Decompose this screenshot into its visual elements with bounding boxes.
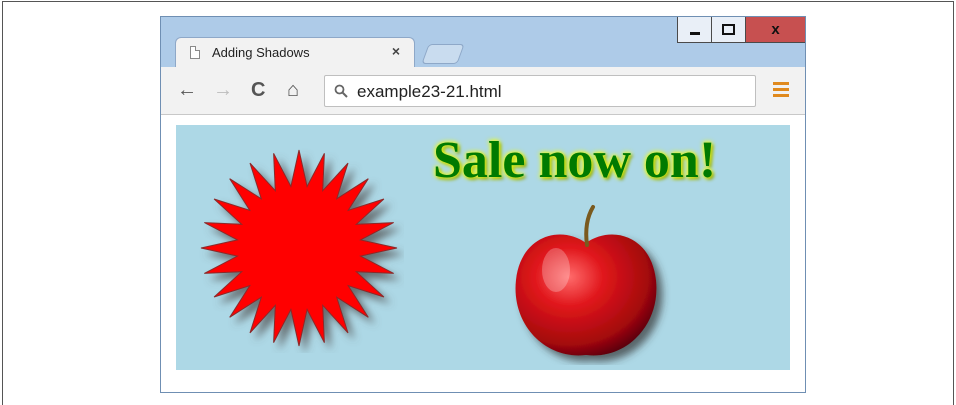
close-window-button[interactable]: x [745, 17, 805, 43]
close-window-label: x [771, 21, 780, 38]
starburst-shape [200, 149, 398, 347]
home-button[interactable]: ⌂ [287, 79, 299, 101]
maximize-button[interactable] [711, 17, 745, 43]
reload-button[interactable]: C [251, 79, 265, 101]
minimize-icon [689, 32, 700, 35]
window-controls: x [677, 17, 805, 43]
browser-window: x Adding Shadows × ← → C ⌂ example23-21.… [160, 16, 806, 393]
search-icon [334, 84, 348, 98]
url-text: example23-21.html [357, 82, 502, 101]
canvas-banner: Sale now on! [176, 125, 790, 370]
address-bar[interactable]: example23-21.html [324, 75, 756, 107]
menu-icon[interactable] [773, 82, 789, 98]
new-tab-button[interactable] [421, 44, 465, 64]
tab-close-button[interactable]: × [392, 43, 400, 59]
apple-image [515, 205, 657, 356]
maximize-icon [722, 24, 735, 35]
tab-title: Adding Shadows [212, 45, 310, 60]
minimize-button[interactable] [677, 17, 711, 43]
page-viewport: Sale now on! [161, 115, 805, 392]
sale-headline: Sale now on! [433, 132, 717, 189]
page-icon [190, 46, 200, 59]
tab-adding-shadows[interactable]: Adding Shadows × [175, 37, 415, 67]
back-button[interactable]: ← [177, 79, 197, 101]
toolbar: ← → C ⌂ example23-21.html [161, 67, 805, 115]
forward-button[interactable]: → [213, 79, 233, 101]
